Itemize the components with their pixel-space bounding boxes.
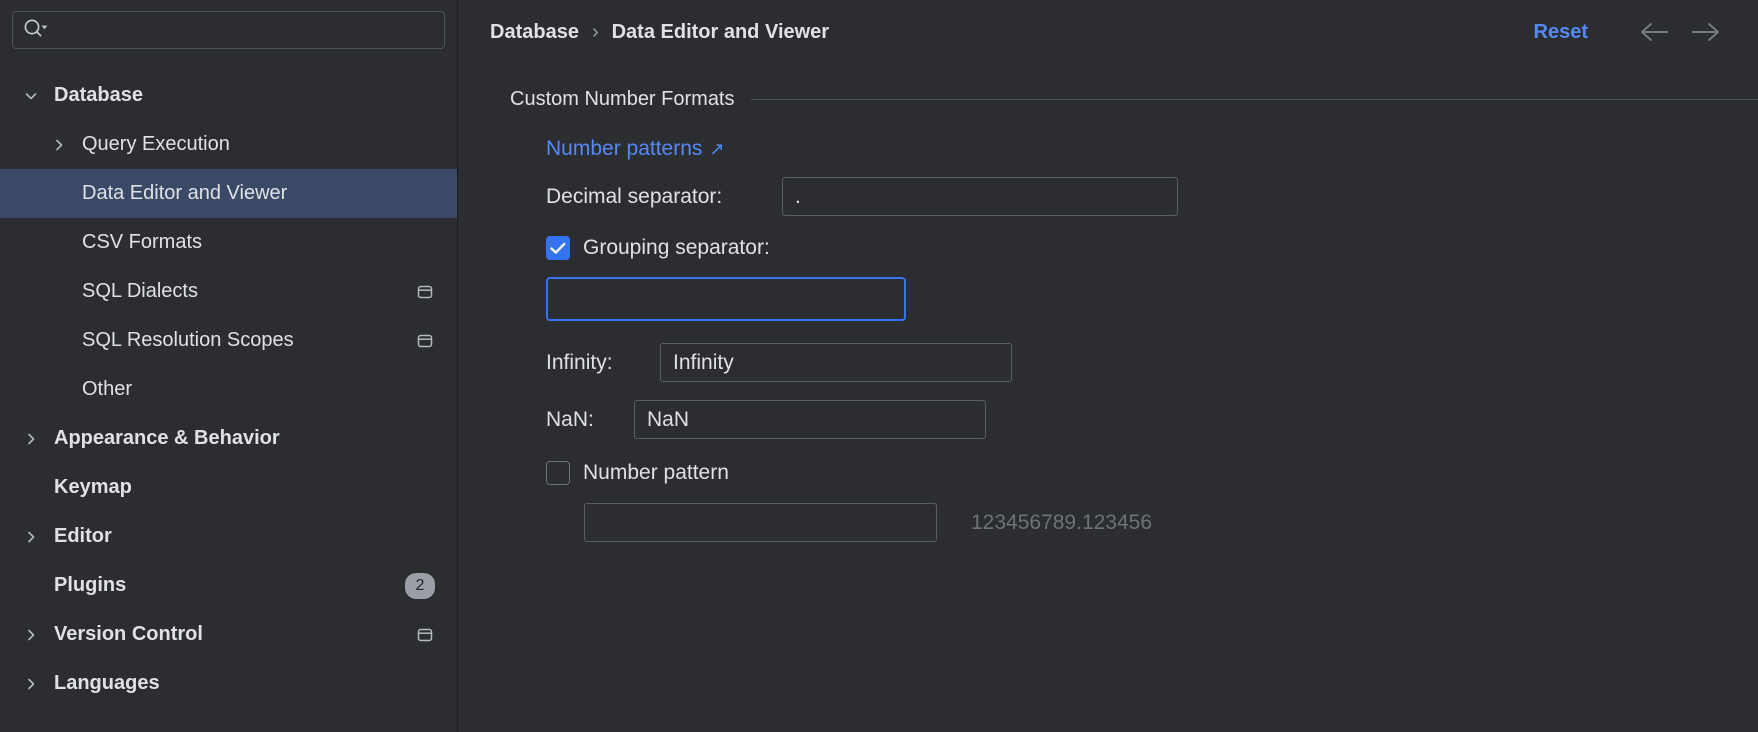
sidebar-item-sql-dialects[interactable]: SQL Dialects	[0, 267, 457, 316]
sidebar-item-label: Query Execution	[70, 133, 435, 156]
sidebar-item-database[interactable]: Database	[0, 71, 457, 120]
database-icon	[415, 282, 435, 302]
number-pattern-label: Number pattern	[583, 461, 729, 485]
grouping-separator-checkbox-row[interactable]: Grouping separator:	[546, 236, 1758, 260]
sidebar-item-label: Keymap	[42, 476, 435, 499]
topbar-actions: Reset	[1534, 12, 1730, 52]
decimal-separator-label: Decimal separator:	[546, 185, 782, 209]
section-divider	[751, 99, 1758, 100]
breadcrumb-separator-icon: ›	[592, 21, 599, 44]
sidebar-item-csv-formats[interactable]: CSV Formats	[0, 218, 457, 267]
arrow-left-icon[interactable]	[1630, 12, 1680, 52]
search-box[interactable]	[12, 11, 445, 49]
settings-tree: Database Query Execution Data Editor and V…	[0, 71, 457, 708]
number-pattern-input-row: 123456789.123456	[546, 503, 1758, 542]
settings-main-panel: Database › Data Editor and Viewer Reset	[458, 0, 1758, 732]
number-patterns-link[interactable]: Number patterns ↗	[546, 137, 725, 161]
sidebar-item-label: Database	[42, 84, 435, 107]
sidebar-item-label: Editor	[42, 525, 435, 548]
chevron-down-icon[interactable]	[20, 88, 42, 104]
number-pattern-checkbox[interactable]	[546, 461, 570, 485]
sidebar-item-other[interactable]: Other	[0, 365, 457, 414]
sidebar-item-editor[interactable]: Editor	[0, 512, 457, 561]
sidebar-item-query-execution[interactable]: Query Execution	[0, 120, 457, 169]
chevron-right-icon[interactable]	[48, 137, 70, 153]
number-pattern-checkbox-row[interactable]: Number pattern	[546, 461, 1758, 485]
sidebar-item-label: Plugins	[42, 574, 405, 597]
database-icon	[415, 331, 435, 351]
grouping-separator-label: Grouping separator:	[583, 236, 770, 260]
decimal-separator-input[interactable]	[782, 177, 1178, 216]
external-link-icon: ↗	[709, 139, 724, 160]
sidebar-item-label: Data Editor and Viewer	[70, 182, 435, 205]
search-icon	[23, 18, 49, 43]
sidebar-item-label: Other	[70, 378, 435, 401]
grouping-separator-input[interactable]	[546, 277, 906, 321]
sidebar-item-plugins[interactable]: Plugins2	[0, 561, 457, 610]
chevron-right-icon[interactable]	[20, 529, 42, 545]
reset-button[interactable]: Reset	[1534, 21, 1588, 44]
custom-number-formats-section-header: Custom Number Formats	[510, 88, 1758, 111]
infinity-label: Infinity:	[546, 351, 660, 375]
breadcrumb: Database › Data Editor and Viewer	[490, 21, 829, 44]
nan-input[interactable]	[634, 400, 986, 439]
infinity-input[interactable]	[660, 343, 1012, 382]
breadcrumb-item-root[interactable]: Database	[490, 21, 579, 44]
section-title: Custom Number Formats	[510, 88, 735, 111]
number-pattern-sample: 123456789.123456	[971, 511, 1152, 535]
sidebar-item-label: Version Control	[42, 623, 415, 646]
chevron-right-icon[interactable]	[20, 627, 42, 643]
number-patterns-link-label: Number patterns	[546, 137, 702, 161]
database-icon	[415, 625, 435, 645]
sidebar-item-badge: 2	[405, 573, 435, 599]
settings-topbar: Database › Data Editor and Viewer Reset	[458, 0, 1758, 64]
settings-window: Database Query Execution Data Editor and V…	[0, 0, 1758, 732]
nan-row: NaN:	[546, 400, 1758, 439]
sidebar-item-appearance-behavior[interactable]: Appearance & Behavior	[0, 414, 457, 463]
sidebar-item-version-control[interactable]: Version Control	[0, 610, 457, 659]
arrow-right-icon[interactable]	[1680, 12, 1730, 52]
sidebar-item-languages[interactable]: Languages	[0, 659, 457, 708]
sidebar-item-label: CSV Formats	[70, 231, 435, 254]
sidebar-item-label: Appearance & Behavior	[42, 427, 435, 450]
sidebar-item-label: SQL Resolution Scopes	[70, 329, 415, 352]
infinity-row: Infinity:	[546, 343, 1758, 382]
search-area	[0, 0, 457, 49]
chevron-right-icon[interactable]	[20, 676, 42, 692]
decimal-separator-row: Decimal separator:	[546, 177, 1758, 216]
number-patterns-link-row: Number patterns ↗	[546, 137, 1758, 161]
settings-content: Custom Number Formats Number patterns ↗ …	[458, 64, 1758, 542]
number-pattern-input[interactable]	[584, 503, 937, 542]
search-input[interactable]	[57, 21, 434, 40]
nan-label: NaN:	[546, 408, 634, 432]
sidebar-item-data-editor-and-viewer[interactable]: Data Editor and Viewer	[0, 169, 457, 218]
chevron-right-icon[interactable]	[20, 431, 42, 447]
grouping-separator-checkbox[interactable]	[546, 236, 570, 260]
grouping-separator-input-row	[546, 277, 1758, 321]
sidebar-item-label: Languages	[42, 672, 435, 695]
breadcrumb-item-current: Data Editor and Viewer	[612, 21, 829, 44]
sidebar-item-sql-resolution-scopes[interactable]: SQL Resolution Scopes	[0, 316, 457, 365]
settings-sidebar: Database Query Execution Data Editor and V…	[0, 0, 458, 732]
sidebar-item-keymap[interactable]: Keymap	[0, 463, 457, 512]
number-format-form: Number patterns ↗ Decimal separator: Gro…	[510, 137, 1758, 542]
sidebar-item-label: SQL Dialects	[70, 280, 415, 303]
